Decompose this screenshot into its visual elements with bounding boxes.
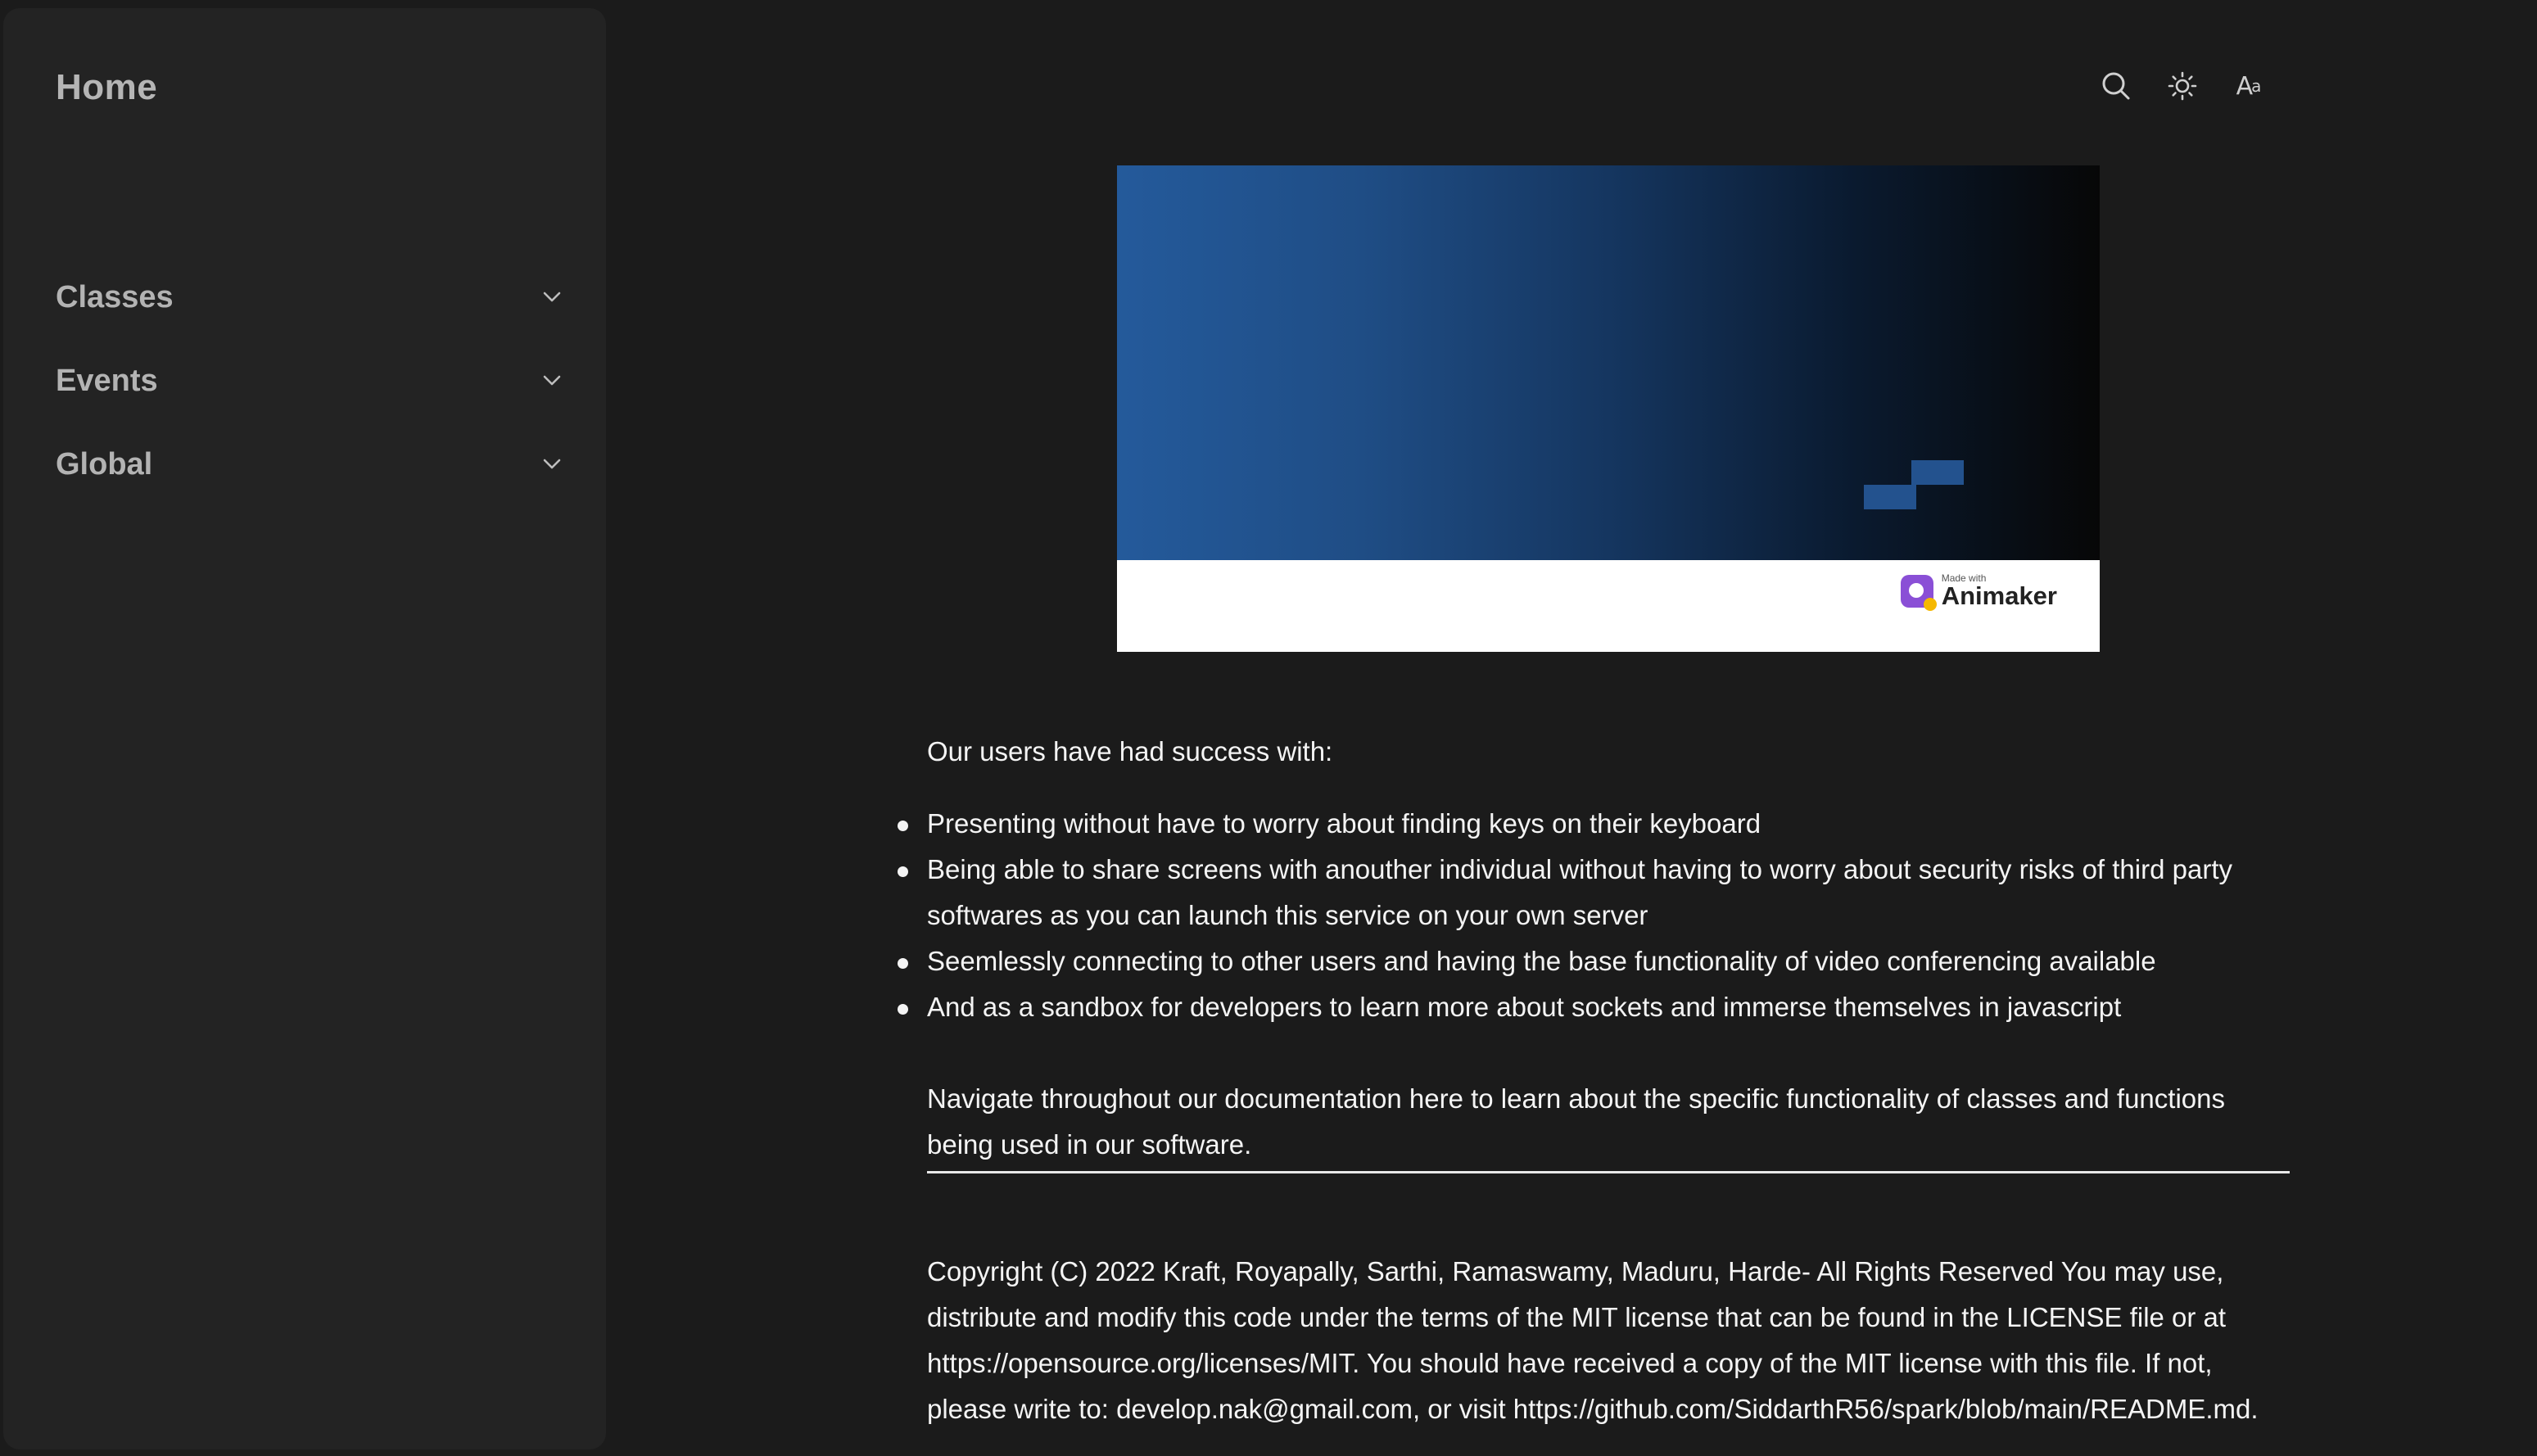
animaker-watermark: Made with Animaker — [1900, 573, 2057, 611]
sidebar-home-link[interactable]: Home — [56, 67, 157, 108]
sidebar-item-label: Classes — [56, 279, 174, 314]
chevron-down-icon — [540, 286, 563, 309]
font-toggle-small-label: a — [2251, 76, 2261, 96]
navigate-text: Navigate throughout our documentation he… — [927, 1083, 2225, 1160]
chevron-down-icon — [540, 453, 563, 476]
list-item: Seemlessly connecting to other users and… — [898, 938, 2291, 984]
intro-text: Our users have had success with: — [927, 736, 1333, 766]
sidebar-item-label: Events — [56, 363, 158, 398]
sidebar-item-global[interactable]: Global — [56, 436, 563, 493]
main-content: Our users have had success with: Present… — [898, 729, 2291, 1432]
animaker-logo-icon — [1900, 574, 1937, 611]
font-size-icon[interactable]: Aa — [2229, 67, 2267, 105]
search-icon[interactable] — [2097, 67, 2135, 105]
sun-icon[interactable] — [2164, 67, 2201, 105]
sidebar-item-classes[interactable]: Classes — [56, 269, 563, 326]
banner-block — [1864, 485, 1916, 509]
sidebar: Home Classes Events Global — [3, 8, 606, 1449]
banner-footer: Made with Animaker — [1117, 560, 2100, 652]
success-list: Presenting without have to worry about f… — [898, 801, 2291, 1030]
divider — [927, 1171, 2290, 1173]
banner-image: Made with Animaker — [1117, 165, 2100, 652]
copyright-text: Copyright (C) 2022 Kraft, Royapally, Sar… — [927, 1256, 2259, 1424]
sidebar-item-label: Global — [56, 446, 153, 482]
chevron-down-icon — [540, 369, 563, 392]
banner-gradient — [1117, 165, 2100, 560]
watermark-brand-text: Animaker — [1941, 581, 2057, 610]
banner-block — [1911, 460, 1964, 485]
font-toggle-big-label: A — [2236, 71, 2253, 101]
sidebar-item-events[interactable]: Events — [56, 352, 563, 409]
list-item: Being able to share screens with anouthe… — [898, 847, 2291, 938]
list-item: Presenting without have to worry about f… — [898, 801, 2291, 847]
list-item: And as a sandbox for developers to learn… — [898, 984, 2291, 1030]
